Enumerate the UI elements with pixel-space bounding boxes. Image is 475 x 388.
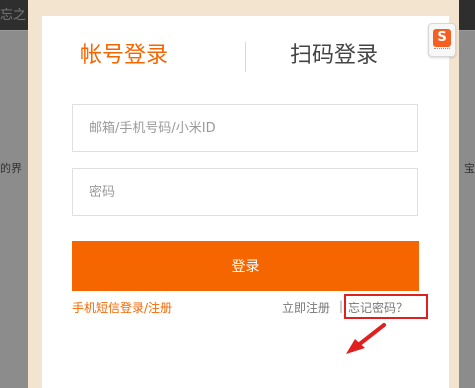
annotation-highlight-box [344, 294, 428, 319]
background-right-text: 宝 [464, 162, 475, 175]
tab-account-login[interactable]: 帐号登录 [80, 42, 168, 70]
background-header-text: 忘之 [0, 8, 27, 23]
sms-login-link[interactable]: 手机短信登录/注册 [72, 299, 172, 316]
register-link[interactable]: 立即注册 [282, 299, 330, 316]
password-input[interactable] [73, 169, 417, 215]
login-button[interactable]: 登录 [72, 241, 419, 291]
sogou-logo-icon: S [433, 29, 451, 47]
account-field [72, 104, 418, 152]
account-input[interactable] [73, 105, 417, 151]
link-separator: | [339, 299, 344, 313]
sogou-ime-icon[interactable]: S [428, 23, 456, 57]
ime-dots-icon [434, 48, 450, 52]
tab-qr-login[interactable]: 扫码登录 [290, 42, 378, 70]
tab-divider [245, 42, 246, 72]
background-left-text: 的界 [0, 162, 22, 175]
password-field [72, 168, 418, 216]
annotation-arrow-icon [346, 323, 386, 354]
